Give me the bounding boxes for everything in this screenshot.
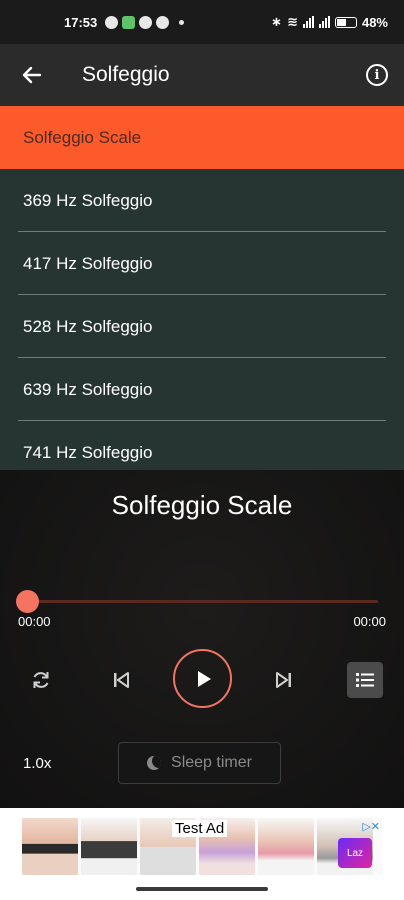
list-item-solfeggio-scale[interactable]: Solfeggio Scale [0, 106, 404, 169]
home-gesture-handle[interactable] [136, 887, 268, 891]
list-item-label: 741 Hz Solfeggio [23, 442, 153, 462]
arrow-left-icon [22, 66, 42, 84]
sleep-timer-label: Sleep timer [171, 754, 252, 771]
list-item-741hz[interactable]: 741 Hz Solfeggio [0, 421, 404, 470]
battery-icon [334, 16, 357, 28]
elapsed-time: 00:00 [18, 614, 51, 629]
status-time: 17:53 [64, 14, 98, 30]
info-icon: i [374, 67, 380, 83]
ad-product-image [22, 818, 78, 875]
ad-product-image [81, 818, 137, 875]
signal-icon [302, 16, 314, 28]
total-time: 00:00 [353, 614, 386, 629]
playlist-button[interactable] [347, 662, 383, 698]
test-ad-label: Test Ad [172, 820, 228, 837]
list-item-label: Solfeggio Scale [23, 127, 142, 147]
info-button[interactable]: i [366, 64, 388, 86]
ad-product-image [258, 818, 314, 875]
list-icon [356, 673, 374, 687]
list-item-528hz[interactable]: 528 Hz Solfeggio [0, 295, 404, 358]
ad-banner[interactable]: Test Ad ▷✕ Laz [0, 808, 404, 880]
more-notifications-icon [179, 19, 185, 25]
ad-brand-logo: Laz [338, 838, 372, 868]
notification-icons [105, 15, 190, 29]
list-item-369hz[interactable]: 369 Hz Solfeggio [0, 169, 404, 232]
list-item-639hz[interactable]: 639 Hz Solfeggio [0, 358, 404, 421]
skip-previous-icon [114, 672, 129, 688]
skip-next-icon [276, 672, 291, 688]
player-panel: Solfeggio Scale 00:00 00:00 1.0x Sleep t… [0, 470, 404, 808]
list-item-label: 528 Hz Solfeggio [23, 316, 153, 336]
message-icon [139, 15, 153, 29]
system-indicators: ∗ ≋ 48% [271, 14, 388, 30]
app-notification-icon [122, 15, 136, 29]
status-bar: 17:53 ∗ ≋ 48% [0, 0, 404, 44]
battery-percent: 48% [361, 14, 388, 30]
system-nav-bar [0, 880, 404, 900]
track-list: Solfeggio Scale 369 Hz Solfeggio 417 Hz … [0, 106, 404, 470]
wifi-icon: ≋ [287, 14, 298, 29]
playback-speed[interactable]: 1.0x [23, 755, 51, 772]
app-bar: Solfeggio i [0, 44, 404, 106]
repeat-button[interactable] [24, 663, 58, 697]
next-button[interactable] [267, 663, 301, 697]
repeat-icon [33, 672, 49, 688]
list-item-label: 417 Hz Solfeggio [23, 253, 153, 273]
seek-thumb[interactable] [16, 590, 39, 613]
play-icon [197, 670, 211, 687]
list-item-label: 639 Hz Solfeggio [23, 379, 153, 399]
list-item-417hz[interactable]: 417 Hz Solfeggio [0, 232, 404, 295]
notification-icon [105, 15, 119, 29]
seek-bar[interactable] [28, 600, 378, 603]
moon-icon [147, 756, 162, 770]
bluetooth-icon: ∗ [271, 14, 283, 29]
list-item-label: 369 Hz Solfeggio [23, 190, 153, 210]
play-button[interactable] [173, 649, 232, 708]
page-title: Solfeggio [82, 63, 170, 86]
ad-choices-icon[interactable]: ▷✕ [362, 820, 380, 833]
media-icon [156, 15, 170, 29]
signal-icon-2 [318, 16, 330, 28]
sleep-timer-button[interactable]: Sleep timer [118, 742, 281, 784]
previous-button[interactable] [104, 663, 138, 697]
back-button[interactable] [0, 44, 64, 106]
now-playing-title: Solfeggio Scale [111, 490, 293, 520]
